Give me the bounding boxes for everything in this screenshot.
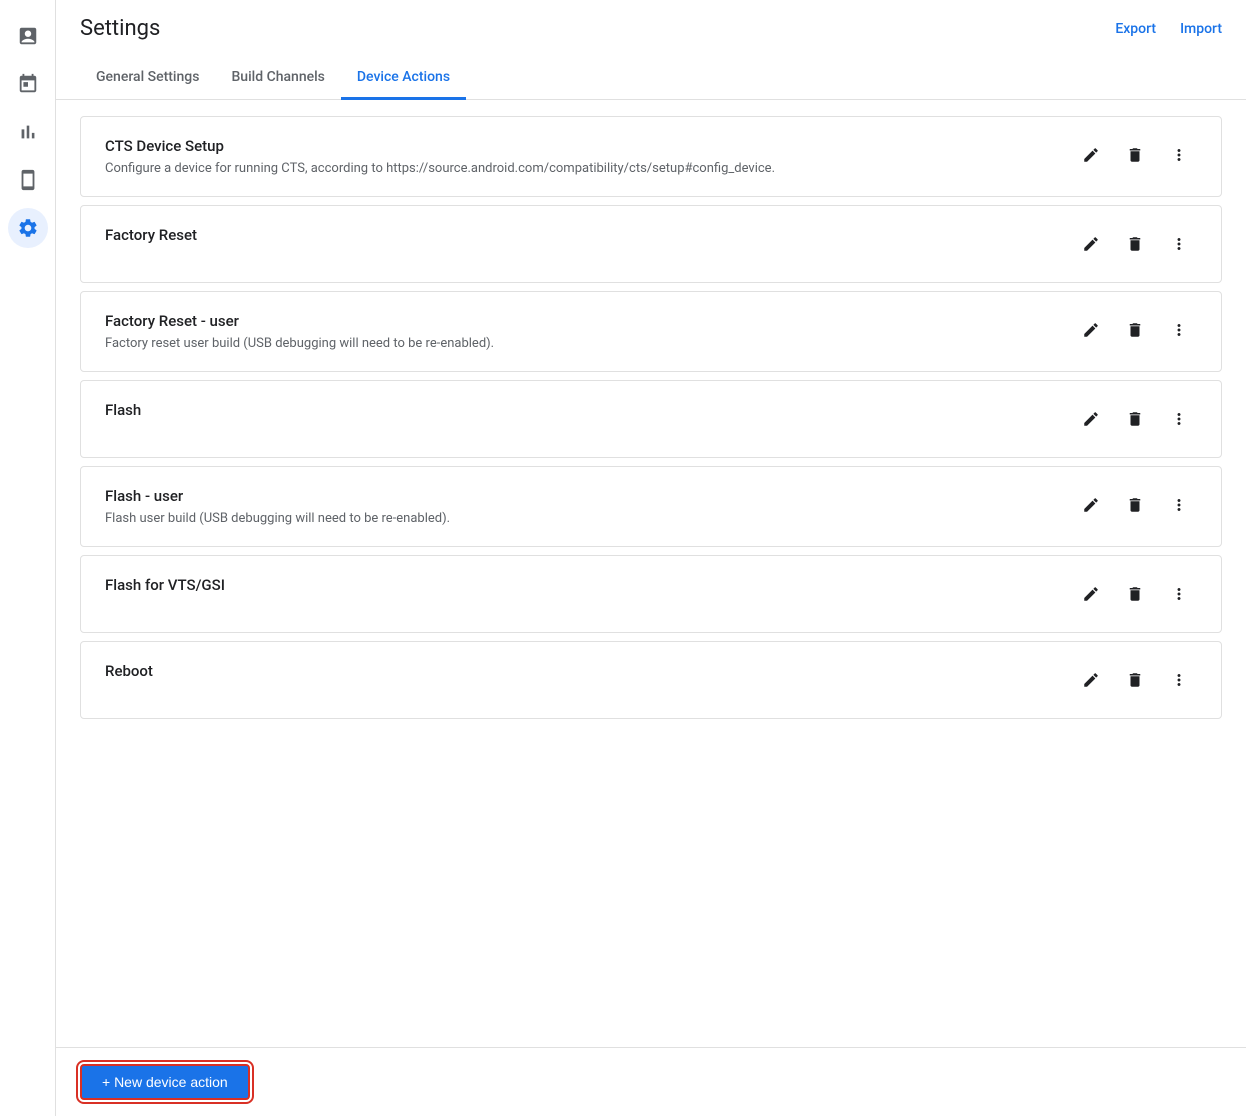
action-card-flash: Flash bbox=[80, 380, 1222, 458]
header-actions: Export Import bbox=[1115, 21, 1222, 37]
more-actions-button[interactable] bbox=[1161, 487, 1197, 523]
action-buttons bbox=[1057, 137, 1197, 173]
more-actions-button[interactable] bbox=[1161, 312, 1197, 348]
tabs: General Settings Build Channels Device A… bbox=[56, 57, 1246, 100]
new-device-action-button[interactable]: + New device action bbox=[80, 1064, 250, 1100]
action-title: CTS Device Setup bbox=[105, 137, 1057, 155]
edit-action-button[interactable] bbox=[1073, 137, 1109, 173]
sidebar-item-reports[interactable] bbox=[8, 16, 48, 56]
header: Settings Export Import bbox=[56, 0, 1246, 41]
action-card-content: Flash for VTS/GSI bbox=[105, 576, 1057, 600]
action-card-content: Flash bbox=[105, 401, 1057, 425]
action-buttons bbox=[1057, 401, 1197, 437]
edit-action-button[interactable] bbox=[1073, 487, 1109, 523]
more-actions-button[interactable] bbox=[1161, 576, 1197, 612]
action-buttons bbox=[1057, 312, 1197, 348]
more-actions-button[interactable] bbox=[1161, 401, 1197, 437]
edit-action-button[interactable] bbox=[1073, 312, 1109, 348]
action-card-flash-vts-gsi: Flash for VTS/GSI bbox=[80, 555, 1222, 633]
action-title: Flash bbox=[105, 401, 1057, 419]
action-description: Factory reset user build (USB debugging … bbox=[105, 336, 1057, 351]
action-title: Factory Reset - user bbox=[105, 312, 1057, 330]
action-buttons bbox=[1057, 662, 1197, 698]
edit-action-button[interactable] bbox=[1073, 576, 1109, 612]
edit-action-button[interactable] bbox=[1073, 226, 1109, 262]
delete-action-button[interactable] bbox=[1117, 487, 1153, 523]
action-card-factory-reset: Factory Reset bbox=[80, 205, 1222, 283]
export-link[interactable]: Export bbox=[1115, 21, 1156, 37]
action-card-flash-user: Flash - user Flash user build (USB debugg… bbox=[80, 466, 1222, 547]
edit-action-button[interactable] bbox=[1073, 662, 1109, 698]
more-actions-button[interactable] bbox=[1161, 226, 1197, 262]
tab-device-actions[interactable]: Device Actions bbox=[341, 57, 466, 100]
delete-action-button[interactable] bbox=[1117, 137, 1153, 173]
sidebar-item-calendar[interactable] bbox=[8, 64, 48, 104]
footer: + New device action bbox=[56, 1047, 1246, 1116]
action-title: Flash - user bbox=[105, 487, 1057, 505]
sidebar-item-settings[interactable] bbox=[8, 208, 48, 248]
action-buttons bbox=[1057, 576, 1197, 612]
action-buttons bbox=[1057, 226, 1197, 262]
action-card-content: CTS Device Setup Configure a device for r… bbox=[105, 137, 1057, 176]
action-title: Reboot bbox=[105, 662, 1057, 680]
action-card-content: Reboot bbox=[105, 662, 1057, 686]
action-description: Configure a device for running CTS, acco… bbox=[105, 161, 1057, 176]
edit-action-button[interactable] bbox=[1073, 401, 1109, 437]
delete-action-button[interactable] bbox=[1117, 226, 1153, 262]
main-content: Settings Export Import General Settings … bbox=[56, 0, 1246, 1116]
content-area: CTS Device Setup Configure a device for r… bbox=[56, 100, 1246, 1047]
delete-action-button[interactable] bbox=[1117, 312, 1153, 348]
action-card-content: Flash - user Flash user build (USB debugg… bbox=[105, 487, 1057, 526]
action-card-content: Factory Reset - user Factory reset user b… bbox=[105, 312, 1057, 351]
action-description: Flash user build (USB debugging will nee… bbox=[105, 511, 1057, 526]
sidebar-item-device[interactable] bbox=[8, 160, 48, 200]
tab-general-settings[interactable]: General Settings bbox=[80, 57, 215, 100]
sidebar-item-analytics[interactable] bbox=[8, 112, 48, 152]
import-link[interactable]: Import bbox=[1180, 21, 1222, 37]
more-actions-button[interactable] bbox=[1161, 662, 1197, 698]
delete-action-button[interactable] bbox=[1117, 662, 1153, 698]
tab-build-channels[interactable]: Build Channels bbox=[215, 57, 340, 100]
delete-action-button[interactable] bbox=[1117, 576, 1153, 612]
delete-action-button[interactable] bbox=[1117, 401, 1153, 437]
action-card-cts-device-setup: CTS Device Setup Configure a device for r… bbox=[80, 116, 1222, 197]
action-title: Flash for VTS/GSI bbox=[105, 576, 1057, 594]
action-card-factory-reset-user: Factory Reset - user Factory reset user b… bbox=[80, 291, 1222, 372]
page-title: Settings bbox=[80, 16, 160, 41]
action-card-content: Factory Reset bbox=[105, 226, 1057, 250]
sidebar bbox=[0, 0, 56, 1116]
action-buttons bbox=[1057, 487, 1197, 523]
action-title: Factory Reset bbox=[105, 226, 1057, 244]
action-card-reboot: Reboot bbox=[80, 641, 1222, 719]
more-actions-button[interactable] bbox=[1161, 137, 1197, 173]
